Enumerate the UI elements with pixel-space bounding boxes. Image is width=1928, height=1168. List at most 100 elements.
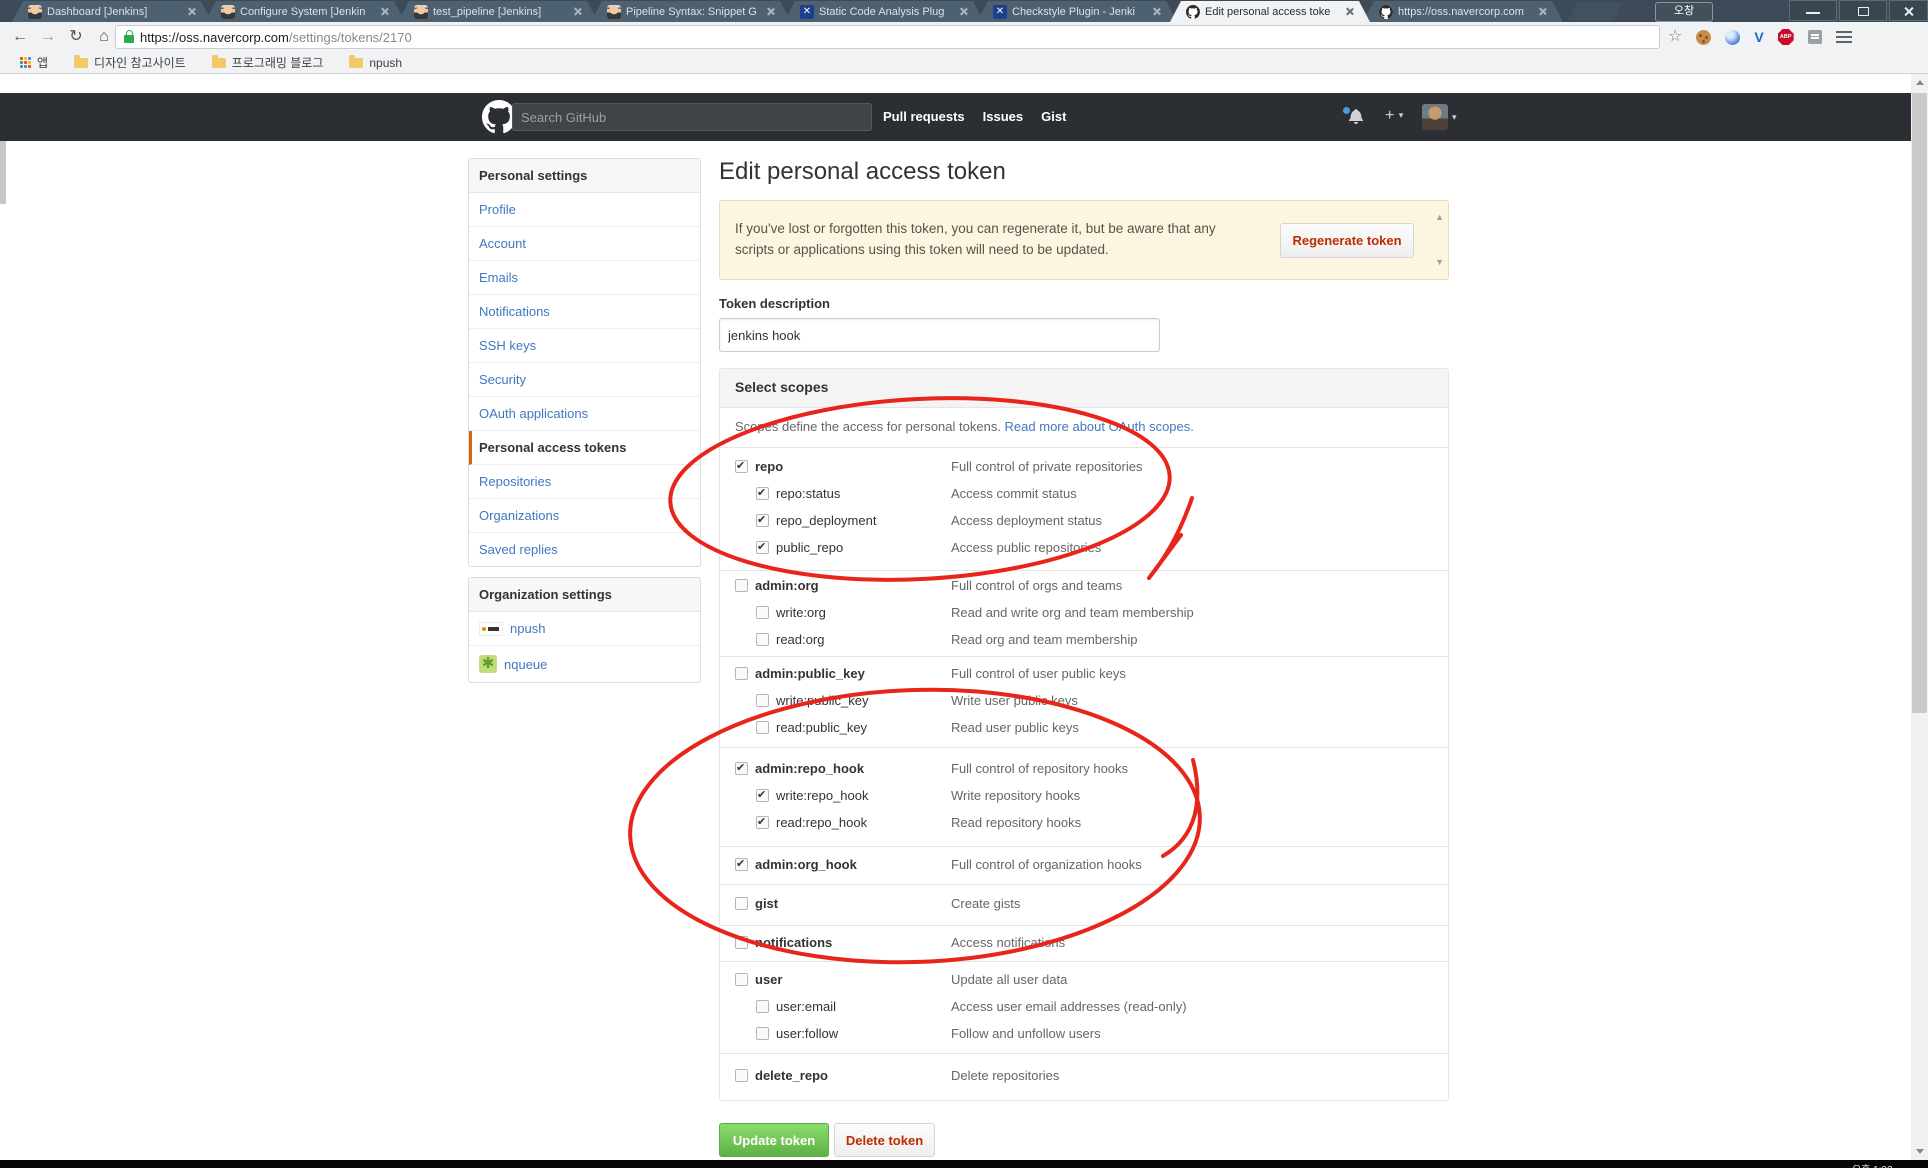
tab-close-icon[interactable] [959, 7, 968, 16]
checkbox[interactable] [735, 667, 748, 680]
tab-close-icon[interactable] [1152, 7, 1161, 16]
github-logo-icon[interactable] [482, 100, 516, 134]
sidebar-item-account[interactable]: Account [469, 227, 700, 261]
token-description-input[interactable] [719, 318, 1160, 352]
extension-icon[interactable] [1808, 30, 1822, 44]
tab-close-icon[interactable] [380, 7, 389, 16]
v3-extension-icon[interactable]: V [1754, 29, 1763, 45]
browser-tab[interactable]: Pipeline Syntax: Snippet G [591, 1, 791, 22]
checkbox[interactable] [756, 694, 769, 707]
chrome-menu-icon[interactable] [1836, 31, 1852, 43]
browser-tab[interactable]: Edit personal access toke [1170, 1, 1370, 22]
search-input[interactable] [512, 103, 872, 131]
globe-extension-icon[interactable] [1725, 30, 1740, 45]
scope-row: read:orgRead org and team membership [735, 627, 1433, 654]
browser-tab[interactable]: Dashboard [Jenkins] [12, 1, 212, 22]
token-description-label: Token description [719, 296, 830, 311]
back-icon[interactable]: ← [8, 25, 32, 49]
browser-tab[interactable]: https://oss.navercorp.com [1363, 1, 1563, 22]
apps-shortcut[interactable]: 앱 [12, 54, 56, 71]
nav-issues[interactable]: Issues [983, 109, 1023, 124]
checkbox[interactable] [735, 973, 748, 986]
scroll-down-icon[interactable]: ▼ [1435, 252, 1444, 273]
tab-close-icon[interactable] [573, 7, 582, 16]
regenerate-flash-notice: If you've lost or forgotten this token, … [719, 200, 1449, 280]
nav-pull-requests[interactable]: Pull requests [883, 109, 965, 124]
sidebar-item-npush[interactable]: npush [469, 612, 700, 646]
browser-tab[interactable]: test_pipeline [Jenkins] [398, 1, 598, 22]
sidebar-item-nqueue[interactable]: ✱nqueue [469, 646, 700, 682]
checkbox[interactable] [756, 541, 769, 554]
https-padlock-icon[interactable] [124, 35, 134, 43]
scrollbar-up-icon[interactable] [1911, 74, 1928, 91]
forward-icon[interactable]: → [36, 25, 60, 49]
scroll-up-icon[interactable]: ▲ [1435, 207, 1444, 228]
folder-icon [349, 58, 363, 68]
restore-button[interactable] [1839, 0, 1887, 21]
adblock-plus-icon[interactable]: ABP [1778, 29, 1794, 45]
scrollbar-down-icon[interactable] [1911, 1143, 1928, 1160]
checkbox[interactable] [756, 487, 769, 500]
folder-icon [212, 58, 226, 68]
home-icon[interactable]: ⌂ [92, 25, 116, 49]
tab-close-icon[interactable] [187, 7, 196, 16]
analysis-plugin-favicon [993, 5, 1007, 19]
tab-close-icon[interactable] [766, 7, 775, 16]
bookmark-star-icon[interactable]: ☆ [1668, 25, 1682, 49]
user-menu[interactable]: ▾ [1422, 104, 1457, 130]
sidebar-item-profile[interactable]: Profile [469, 193, 700, 227]
checkbox[interactable] [756, 514, 769, 527]
address-bar[interactable]: https://oss.navercorp.com/settings/token… [115, 25, 1660, 49]
checkbox[interactable] [756, 633, 769, 646]
sidebar-item-security[interactable]: Security [469, 363, 700, 397]
checkbox[interactable] [756, 1027, 769, 1040]
tab-title: Configure System [Jenkin [240, 6, 375, 18]
nav-gist[interactable]: Gist [1041, 109, 1066, 124]
checkbox[interactable] [756, 789, 769, 802]
browser-tab[interactable]: Checkstyle Plugin - Jenki [977, 1, 1177, 22]
checkbox[interactable] [735, 897, 748, 910]
sidebar-item-saved-replies[interactable]: Saved replies [469, 533, 700, 566]
browser-tab[interactable]: Configure System [Jenkin [205, 1, 405, 22]
sidebar-item-emails[interactable]: Emails [469, 261, 700, 295]
update-token-button[interactable]: Update token [719, 1123, 829, 1157]
checkbox[interactable] [735, 579, 748, 592]
checkbox[interactable] [735, 460, 748, 473]
tab-close-icon[interactable] [1345, 7, 1354, 16]
checkbox[interactable] [756, 606, 769, 619]
checkbox[interactable] [735, 858, 748, 871]
cookie-extension-icon[interactable] [1696, 30, 1711, 45]
scope-group-repo: repoFull control of private repositories… [720, 448, 1448, 571]
bookmark-folder[interactable]: npush [341, 56, 410, 70]
browser-tab[interactable]: Static Code Analysis Plug [784, 1, 984, 22]
page-scrollbar[interactable] [1911, 74, 1928, 1160]
delete-token-button[interactable]: Delete token [834, 1123, 935, 1157]
sidebar-item-ssh-keys[interactable]: SSH keys [469, 329, 700, 363]
new-tab-button[interactable] [1568, 2, 1623, 21]
checkbox[interactable] [756, 816, 769, 829]
browser-profile-button[interactable]: 오창 [1655, 2, 1713, 22]
checkbox[interactable] [735, 1069, 748, 1082]
notifications-bell-icon[interactable] [1345, 108, 1367, 126]
minimize-button[interactable] [1789, 0, 1837, 21]
reload-icon[interactable]: ↻ [64, 25, 88, 49]
checkbox[interactable] [756, 1000, 769, 1013]
windows-taskbar: 오후 1:03 [0, 1160, 1928, 1168]
bookmark-folder[interactable]: 프로그래밍 블로그 [204, 54, 332, 71]
close-button[interactable] [1889, 0, 1928, 21]
sidebar-item-personal-access-tokens[interactable]: Personal access tokens [469, 431, 700, 465]
sidebar-item-oauth-applications[interactable]: OAuth applications [469, 397, 700, 431]
checkbox[interactable] [735, 762, 748, 775]
create-new-icon[interactable]: + ▾ [1385, 107, 1403, 125]
scrollbar-thumb[interactable] [1912, 93, 1927, 713]
checkbox[interactable] [735, 936, 748, 949]
sidebar-item-repositories[interactable]: Repositories [469, 465, 700, 499]
sidebar-item-organizations[interactable]: Organizations [469, 499, 700, 533]
regenerate-token-button[interactable]: Regenerate token [1280, 223, 1414, 258]
tab-title: https://oss.navercorp.com [1398, 6, 1533, 18]
checkbox[interactable] [756, 721, 769, 734]
sidebar-item-notifications[interactable]: Notifications [469, 295, 700, 329]
bookmark-folder[interactable]: 디자인 참고사이트 [66, 54, 194, 71]
oauth-scopes-link[interactable]: Read more about OAuth scopes. [1005, 419, 1194, 434]
tab-close-icon[interactable] [1538, 7, 1547, 16]
